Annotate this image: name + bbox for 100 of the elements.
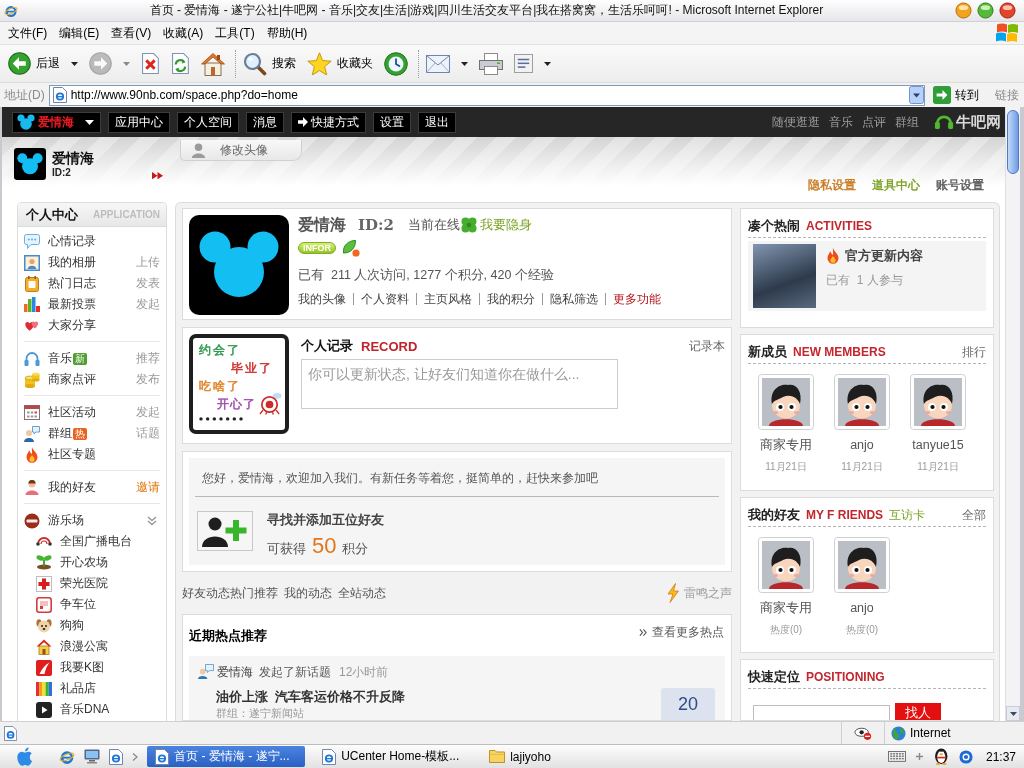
feed-tab[interactable]: 热门推荐 xyxy=(230,584,278,602)
profile-link[interactable]: 隐私筛选 xyxy=(550,290,598,308)
header-link[interactable]: 隐私设置 xyxy=(808,177,856,194)
sidebar-link[interactable]: 我的相册 xyxy=(48,254,96,271)
cartoon-avatar[interactable] xyxy=(758,374,814,430)
sidebar-link[interactable]: 我要K图 xyxy=(60,659,104,676)
expand-icon[interactable] xyxy=(147,515,157,526)
feed-tab[interactable]: 我的动态 xyxy=(284,584,332,602)
search-button[interactable]: 搜索 xyxy=(238,47,300,80)
taskbar-button[interactable]: UCenter Home-模板... xyxy=(314,746,473,767)
menu-item[interactable]: 查看(V) xyxy=(105,24,158,42)
plus-icon[interactable] xyxy=(915,752,925,761)
taskbar-button[interactable]: 首页 - 爱情海 - 遂宁... xyxy=(147,746,306,767)
sidebar-link[interactable]: 社区活动 xyxy=(48,404,96,421)
sidebar-link[interactable]: 游乐场 xyxy=(48,512,84,529)
menu-item[interactable]: 帮助(H) xyxy=(260,24,314,42)
sidebar-link[interactable]: 热门日志 xyxy=(48,275,96,292)
task-title[interactable]: 寻找并添加五位好友 xyxy=(267,511,384,529)
sidebar-link[interactable]: 心情记录 xyxy=(48,233,96,250)
browser-icon[interactable] xyxy=(59,748,76,765)
sidebar-link[interactable]: 最新投票 xyxy=(48,296,96,313)
sidebar-link[interactable]: 大家分享 xyxy=(48,317,96,334)
cartoon-avatar[interactable] xyxy=(834,537,890,593)
sidebar-link[interactable]: 音乐 xyxy=(48,350,72,367)
nav-menu-item[interactable]: 设置 xyxy=(373,111,411,133)
keyboard-icon[interactable] xyxy=(888,751,907,762)
member-name[interactable]: tanyue15 xyxy=(912,438,964,453)
address-field[interactable]: http://www.90nb.com/space.php?do=home xyxy=(48,84,925,106)
ring-icon[interactable] xyxy=(958,749,973,764)
member-name[interactable]: anjo xyxy=(850,438,874,453)
nav-menu-item[interactable]: 退出 xyxy=(418,111,456,133)
sidebar-link[interactable]: 浪漫公寓 xyxy=(60,638,108,655)
nav-link[interactable]: 点评 xyxy=(862,113,886,131)
go-button[interactable]: 转到 xyxy=(929,84,983,106)
nav-link[interactable]: 音乐 xyxy=(829,113,853,131)
cartoon-avatar[interactable] xyxy=(910,374,966,430)
nav-menu-item[interactable]: 应用中心 xyxy=(108,111,170,133)
back-button[interactable]: 后退 xyxy=(4,47,82,80)
avatar-image[interactable] xyxy=(189,215,289,315)
favorites-button[interactable]: 收藏夹 xyxy=(302,47,377,80)
minimize-button[interactable] xyxy=(955,2,972,19)
account-menu-button[interactable]: 爱情海 xyxy=(12,111,101,133)
search-field[interactable] xyxy=(753,705,890,720)
logo-text[interactable]: 牛吧网 xyxy=(956,112,1001,132)
find-button[interactable]: 找人 xyxy=(895,703,941,720)
cartoon-avatar[interactable] xyxy=(758,537,814,593)
page-icon[interactable] xyxy=(109,748,124,765)
menu-item[interactable]: 编辑(E) xyxy=(53,24,106,42)
penguin-icon[interactable] xyxy=(933,748,950,765)
sidebar-link[interactable]: 全国广播电台 xyxy=(60,533,132,550)
apple-icon[interactable] xyxy=(17,747,33,766)
profile-link[interactable]: 个人资料 xyxy=(361,290,409,308)
sidebar-link[interactable]: 狗狗 xyxy=(60,617,84,634)
member-name[interactable]: 商家专用 xyxy=(760,601,812,616)
monitor-icon[interactable] xyxy=(84,749,101,764)
profile-link[interactable]: 更多功能 xyxy=(613,290,661,308)
feed-tab[interactable]: 全站动态 xyxy=(338,584,386,602)
header-link[interactable]: 账号设置 xyxy=(936,177,984,194)
eye-blocked-icon[interactable] xyxy=(854,725,872,741)
more-link[interactable]: 查看更多热点 xyxy=(639,624,724,641)
profile-link[interactable]: 主页风格 xyxy=(424,290,472,308)
avatar-image[interactable] xyxy=(14,148,46,180)
photo-placeholder[interactable] xyxy=(753,244,816,308)
menu-item[interactable]: 工具(T) xyxy=(209,24,261,42)
menu-item[interactable]: 文件(F) xyxy=(2,24,54,42)
chevron-icon[interactable] xyxy=(132,752,139,761)
change-avatar-tab[interactable]: 修改头像 xyxy=(180,140,302,161)
sidebar-link[interactable]: 群组 xyxy=(48,425,72,442)
sidebar-link[interactable]: 争车位 xyxy=(60,596,96,613)
sidebar-link[interactable]: 荣光医院 xyxy=(60,575,108,592)
scroll-thumb[interactable] xyxy=(1007,110,1019,174)
double-arrow-icon[interactable] xyxy=(152,172,163,180)
sidebar-link[interactable]: 礼品店 xyxy=(60,680,96,697)
sidebar-link[interactable]: 商家点评 xyxy=(48,371,96,388)
feed-tab[interactable]: 好友动态 xyxy=(182,584,230,602)
topic-title[interactable]: 油价上涨 汽车客运价格不升反降 xyxy=(216,688,406,706)
nav-link[interactable]: 群组 xyxy=(895,113,919,131)
maximize-button[interactable] xyxy=(977,2,994,19)
profile-link[interactable]: 我的头像 xyxy=(298,290,346,308)
sidebar-link[interactable]: 我的好友 xyxy=(48,479,96,496)
nav-link[interactable]: 随便逛逛 xyxy=(772,113,820,131)
all-link[interactable]: 全部 xyxy=(962,506,986,524)
scroll-down-button[interactable] xyxy=(1006,706,1020,721)
taskbar-button[interactable]: lajiyoho xyxy=(481,746,640,767)
nav-menu-item[interactable]: 个人空间 xyxy=(177,111,239,133)
close-button[interactable] xyxy=(999,2,1016,19)
user-link[interactable]: 爱情海 xyxy=(217,663,253,681)
activity-title[interactable]: 官方更新内容 xyxy=(845,247,923,265)
header-link[interactable]: 道具中心 xyxy=(872,177,920,194)
profile-link[interactable]: 我的积分 xyxy=(487,290,535,308)
nav-menu-item[interactable]: 快捷方式 xyxy=(291,111,366,133)
menu-item[interactable]: 收藏(A) xyxy=(157,24,210,42)
cartoon-avatar[interactable] xyxy=(834,374,890,430)
notebook-link[interactable]: 记录本 xyxy=(689,337,725,355)
sidebar-link[interactable]: 音乐DNA xyxy=(60,701,110,718)
sidebar-link[interactable]: 社区专题 xyxy=(48,446,96,463)
sidebar-link[interactable]: 开心农场 xyxy=(60,554,108,571)
member-name[interactable]: anjo xyxy=(850,601,874,616)
member-name[interactable]: 商家专用 xyxy=(760,438,812,453)
add-friend-icon[interactable] xyxy=(197,511,253,551)
